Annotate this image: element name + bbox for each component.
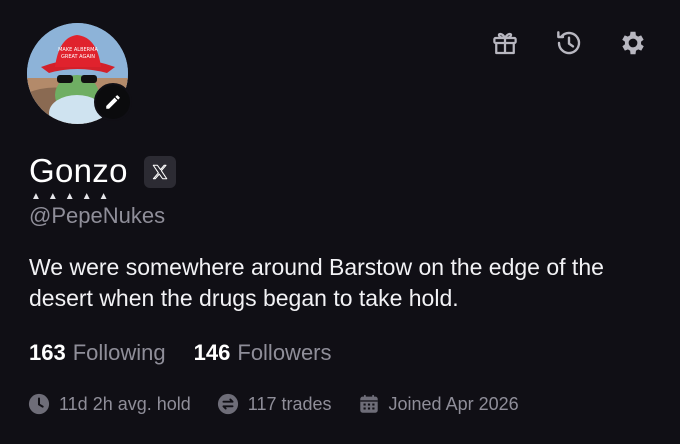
profile-stats: 11d 2h avg. hold 117 trades Joined Apr 2… [28, 393, 545, 415]
stat-trades: 117 trades [217, 393, 332, 415]
settings-button[interactable] [616, 26, 650, 60]
stat-joined-text: Joined Apr 2026 [388, 393, 519, 414]
profile-actions [488, 26, 650, 60]
clock-icon [28, 393, 50, 415]
x-logo-icon [152, 164, 168, 180]
stat-avg-hold: 11d 2h avg. hold [28, 393, 191, 415]
avatar-hat-text: GREAT AGAIN [61, 54, 95, 60]
username-handle: @PepeNukes [29, 203, 166, 228]
history-button[interactable] [552, 26, 586, 60]
stat-joined: Joined Apr 2026 [358, 393, 519, 415]
x-link-button[interactable] [143, 156, 176, 188]
name-row: Gonzo ▲▲▲▲▲ [29, 152, 176, 202]
gift-icon [493, 32, 517, 55]
stat-trades-text: 117 trades [247, 393, 332, 414]
stat-avg-hold-text: 11d 2h avg. hold [59, 393, 191, 414]
following-link[interactable]: 163 Following [29, 340, 166, 366]
followers-label: Followers [237, 340, 332, 365]
avatar-hat-text: MAKE ALBERMA [58, 47, 98, 53]
follow-counts: 163 Following 146 Followers [29, 340, 360, 366]
gear-icon [622, 31, 644, 55]
profile-bio: We were somewhere around Barstow on the … [29, 254, 604, 311]
following-count: 163 [29, 340, 66, 365]
name-marks: ▲▲▲▲▲ [31, 191, 116, 202]
followers-count: 146 [193, 340, 231, 365]
gift-button[interactable] [488, 26, 522, 60]
display-name-text: Gonzo [29, 152, 128, 189]
history-icon [557, 31, 581, 55]
edit-avatar-button[interactable] [94, 83, 132, 121]
pencil-icon [106, 95, 120, 109]
display-name: Gonzo ▲▲▲▲▲ [29, 152, 128, 202]
following-label: Following [72, 340, 166, 365]
swap-icon [217, 393, 239, 415]
calendar-icon [358, 393, 380, 415]
followers-link[interactable]: 146 Followers [194, 340, 332, 366]
